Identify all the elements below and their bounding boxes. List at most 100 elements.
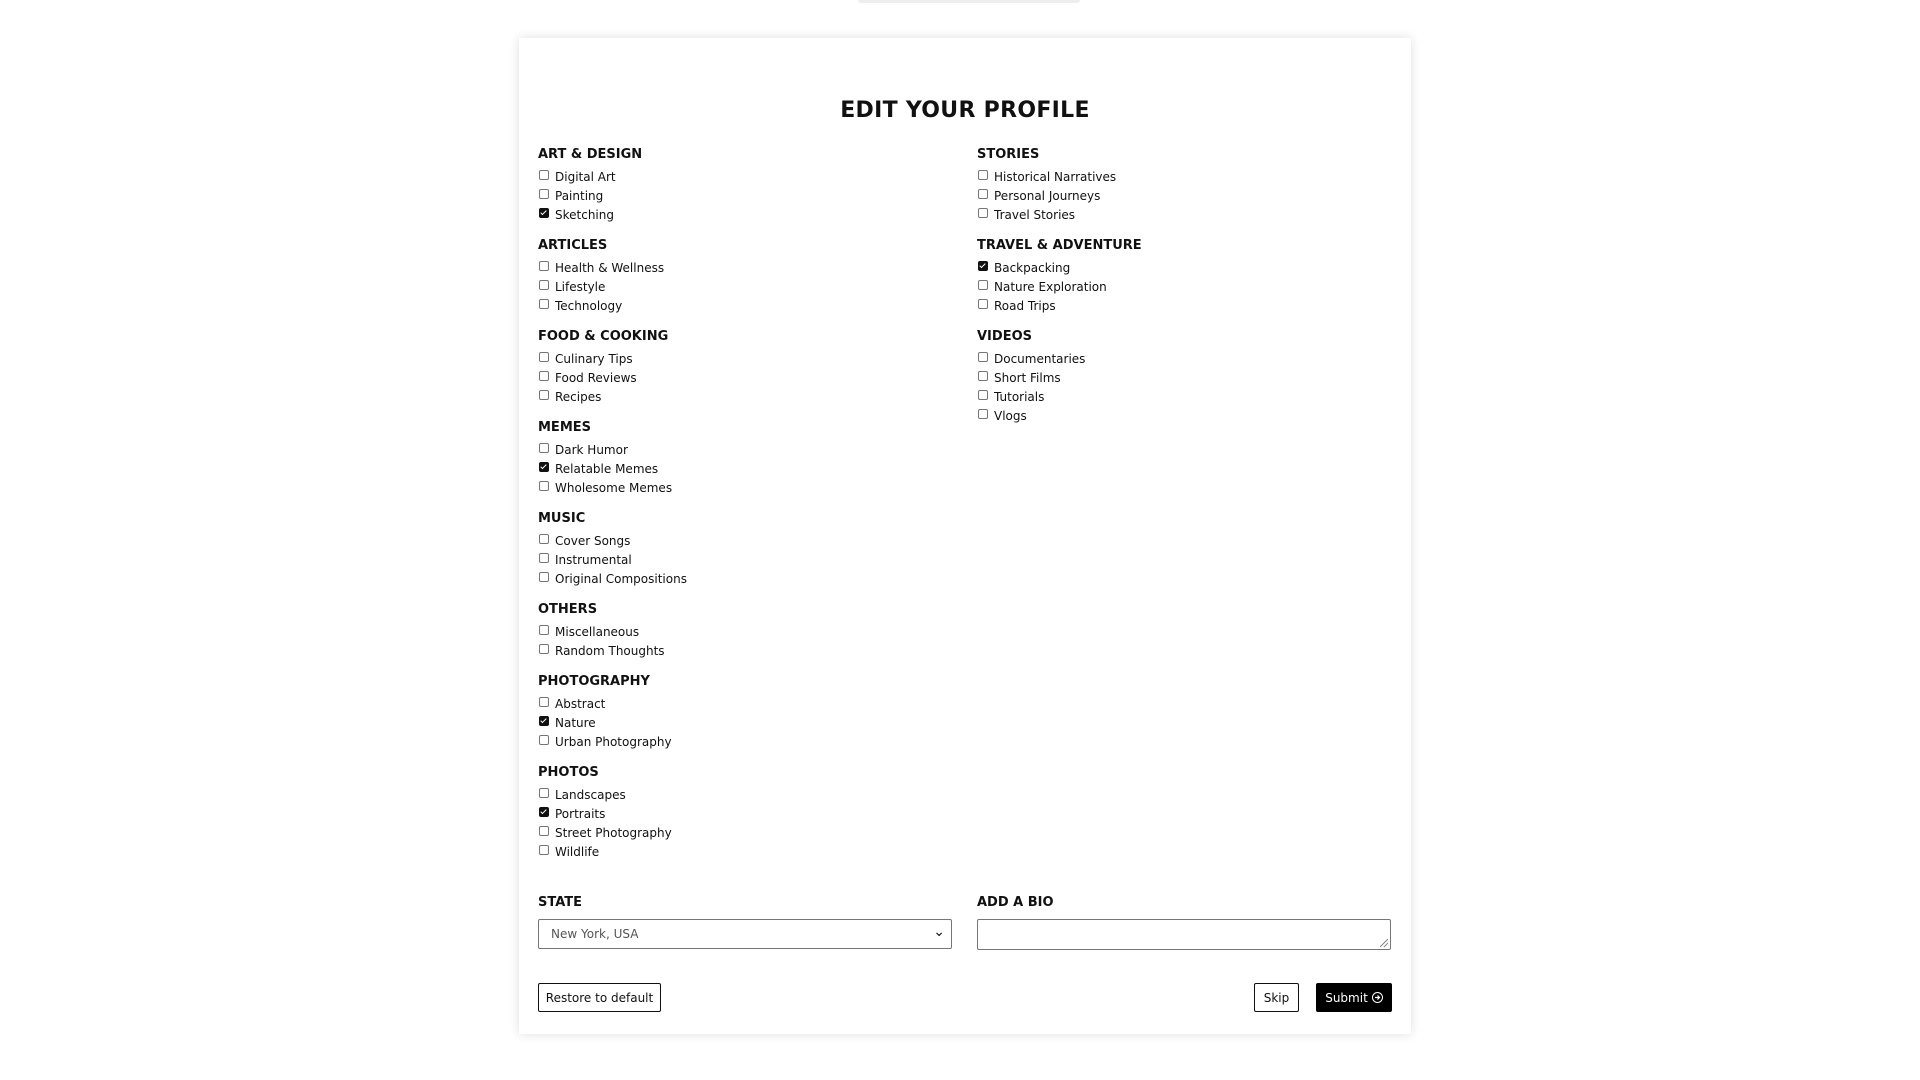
- category-title: MUSIC: [538, 511, 586, 526]
- category-group: ART & DESIGN Digital Art Painting Sketching: [538, 145, 952, 224]
- restore-default-button[interactable]: Restore to default: [538, 983, 661, 1012]
- checkbox-icon[interactable]: [978, 188, 988, 199]
- interest-option[interactable]: Backpacking: [977, 258, 1391, 277]
- checkbox-icon[interactable]: [539, 370, 549, 381]
- interest-option-label: Personal Journeys: [994, 188, 1101, 203]
- interest-option-label: Nature: [555, 715, 596, 730]
- checkbox-icon[interactable]: [978, 298, 988, 309]
- checkbox-icon[interactable]: [539, 571, 549, 582]
- interest-option[interactable]: Painting: [538, 186, 952, 205]
- checkbox-icon[interactable]: [539, 624, 549, 635]
- interest-option[interactable]: Nature Exploration: [977, 277, 1391, 296]
- interest-option[interactable]: Short Films: [977, 368, 1391, 387]
- interest-option[interactable]: Travel Stories: [977, 205, 1391, 224]
- checkbox-icon[interactable]: [539, 442, 549, 453]
- bio-textarea[interactable]: [977, 919, 1391, 950]
- top-tab-decoration: [858, 0, 1080, 3]
- interest-option[interactable]: Sketching: [538, 205, 952, 224]
- checkbox-icon[interactable]: [539, 533, 549, 544]
- checkbox-checked-icon[interactable]: [539, 461, 549, 472]
- checkbox-icon[interactable]: [539, 787, 549, 798]
- checkbox-icon[interactable]: [539, 389, 549, 400]
- checkbox-icon[interactable]: [539, 480, 549, 491]
- interest-option[interactable]: Landscapes: [538, 785, 952, 804]
- interest-option[interactable]: Abstract: [538, 694, 952, 713]
- checkbox-icon[interactable]: [978, 279, 988, 290]
- state-select[interactable]: New York, USA ⌄: [538, 919, 952, 949]
- checkbox-icon[interactable]: [539, 734, 549, 745]
- interest-option[interactable]: Technology: [538, 296, 952, 315]
- checkbox-checked-icon[interactable]: [978, 260, 988, 271]
- interest-option-label: Cover Songs: [555, 533, 631, 548]
- checkbox-icon[interactable]: [539, 279, 549, 290]
- interest-option-label: Instrumental: [555, 552, 632, 567]
- checkbox-icon[interactable]: [978, 408, 988, 419]
- category-title: ARTICLES: [538, 238, 608, 253]
- interest-option-label: Relatable Memes: [555, 461, 659, 476]
- interest-option[interactable]: Random Thoughts: [538, 641, 952, 660]
- category-group: PHOTOS Landscapes Portraits Street Photogra…: [538, 763, 952, 861]
- category-group: MUSIC Cover Songs Instrumental Original Com…: [538, 509, 952, 588]
- interest-option[interactable]: Lifestyle: [538, 277, 952, 296]
- category-title: PHOTOS: [538, 765, 599, 780]
- right-column: STORIES Historical Narratives Personal Jou…: [977, 145, 1391, 437]
- checkbox-icon[interactable]: [978, 370, 988, 381]
- skip-button[interactable]: Skip: [1254, 983, 1299, 1012]
- interest-option-label: Dark Humor: [555, 442, 628, 457]
- category-group: TRAVEL & ADVENTURE Backpacking Nature Expl…: [977, 236, 1391, 315]
- checkbox-icon[interactable]: [978, 389, 988, 400]
- interest-option[interactable]: Urban Photography: [538, 732, 952, 751]
- interest-option[interactable]: Historical Narratives: [977, 167, 1391, 186]
- left-column: ART & DESIGN Digital Art Painting Sketching…: [538, 145, 952, 873]
- interest-option[interactable]: Health & Wellness: [538, 258, 952, 277]
- interest-option[interactable]: Relatable Memes: [538, 459, 952, 478]
- interest-option[interactable]: Street Photography: [538, 823, 952, 842]
- interest-option[interactable]: Instrumental: [538, 550, 952, 569]
- checkbox-icon[interactable]: [978, 351, 988, 362]
- interest-option[interactable]: Wholesome Memes: [538, 478, 952, 497]
- interest-option-label: Random Thoughts: [555, 643, 665, 658]
- interest-option[interactable]: Original Compositions: [538, 569, 952, 588]
- checkbox-checked-icon[interactable]: [539, 207, 549, 218]
- interest-option[interactable]: Food Reviews: [538, 368, 952, 387]
- interest-option[interactable]: Recipes: [538, 387, 952, 406]
- interest-option-label: Sketching: [555, 207, 614, 222]
- interest-option[interactable]: Vlogs: [977, 406, 1391, 425]
- restore-default-label: Restore to default: [545, 990, 654, 1005]
- interest-option[interactable]: Digital Art: [538, 167, 952, 186]
- checkbox-icon[interactable]: [539, 351, 549, 362]
- checkbox-icon[interactable]: [539, 260, 549, 271]
- submit-button[interactable]: Submit: [1316, 983, 1392, 1012]
- checkbox-checked-icon[interactable]: [539, 715, 549, 726]
- interest-option[interactable]: Nature: [538, 713, 952, 732]
- interest-option[interactable]: Miscellaneous: [538, 622, 952, 641]
- checkbox-icon[interactable]: [539, 298, 549, 309]
- interest-option[interactable]: Tutorials: [977, 387, 1391, 406]
- checkbox-icon[interactable]: [539, 844, 549, 855]
- interest-option-label: Technology: [555, 298, 623, 313]
- checkbox-icon[interactable]: [978, 169, 988, 180]
- bio-label: ADD A BIO: [977, 895, 1054, 910]
- resize-handle-icon[interactable]: [1380, 939, 1388, 947]
- checkbox-icon[interactable]: [978, 207, 988, 218]
- interest-option[interactable]: Road Trips: [977, 296, 1391, 315]
- checkbox-icon[interactable]: [539, 552, 549, 563]
- interest-option-label: Travel Stories: [994, 207, 1076, 222]
- interest-option-label: Documentaries: [994, 351, 1086, 366]
- checkbox-icon[interactable]: [539, 643, 549, 654]
- interest-option[interactable]: Wildlife: [538, 842, 952, 861]
- checkbox-icon[interactable]: [539, 188, 549, 199]
- interest-option[interactable]: Documentaries: [977, 349, 1391, 368]
- interest-option[interactable]: Dark Humor: [538, 440, 952, 459]
- interest-option[interactable]: Personal Journeys: [977, 186, 1391, 205]
- category-group: ARTICLES Health & Wellness Lifestyle Techno…: [538, 236, 952, 315]
- interest-option-label: Abstract: [555, 696, 606, 711]
- interest-option[interactable]: Culinary Tips: [538, 349, 952, 368]
- checkbox-icon[interactable]: [539, 696, 549, 707]
- checkbox-icon[interactable]: [539, 825, 549, 836]
- interest-option[interactable]: Portraits: [538, 804, 952, 823]
- interest-option-label: Historical Narratives: [994, 169, 1117, 184]
- checkbox-checked-icon[interactable]: [539, 806, 549, 817]
- interest-option[interactable]: Cover Songs: [538, 531, 952, 550]
- checkbox-icon[interactable]: [539, 169, 549, 180]
